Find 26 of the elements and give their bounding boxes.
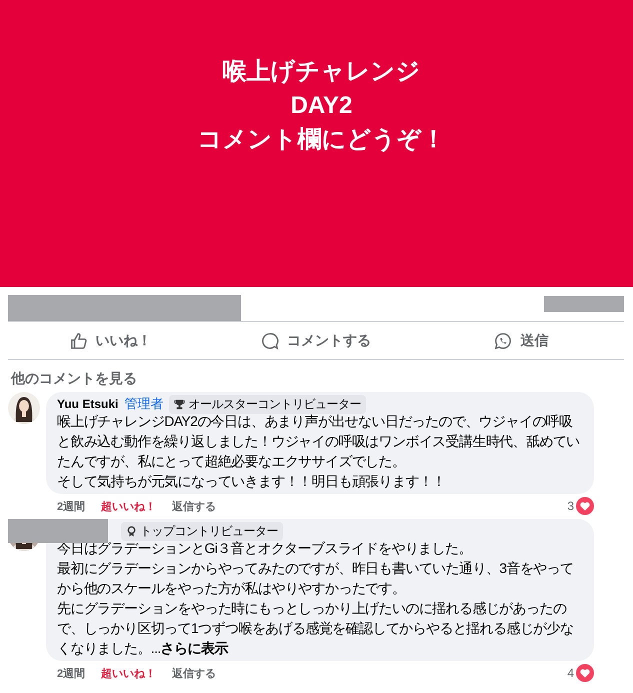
speech-bubble-icon <box>260 332 279 350</box>
reply-link[interactable]: 返信する <box>172 666 216 680</box>
reaction-count: 3 <box>567 499 574 513</box>
reaction-link[interactable]: 超いいね！ <box>101 666 156 680</box>
trophy-icon <box>174 398 186 410</box>
contributor-badge: オールスターコントリビューター <box>169 394 366 414</box>
action-button[interactable]: いいね！ <box>8 322 214 359</box>
more-comments-link[interactable]: 他のコメントを見る <box>11 370 633 388</box>
contributor-badge: トップコントリビューター <box>121 522 283 540</box>
comment-time: 2週間 <box>57 500 86 514</box>
see-more-link[interactable]: さらに表示 <box>160 640 228 656</box>
reaction-count: 4 <box>567 666 574 680</box>
banner-title: 喉上げチャレンジ <box>222 57 420 87</box>
author-name[interactable]: Yuu Etsuki <box>57 397 118 411</box>
whatsapp-icon <box>494 332 512 350</box>
role-label: 管理者 <box>124 395 164 413</box>
thumbs-up-icon <box>70 332 88 350</box>
action-button[interactable]: 送信 <box>418 322 624 359</box>
comment-text: 喉上げチャレンジDAY2の今日は、あまり声が出せない日だったので、ウジャイの呼吸と飲み込む動作を繰り返しました！ウジャイの呼吸はワンボイス受講生時代、舐めていたんですが、私にとって超絶必要なエクササイズでした。 そして気持ちが元気になっていきます！！明日も頑張ります！！ <box>57 412 581 491</box>
medal-icon <box>126 526 137 536</box>
reply-link[interactable]: 返信する <box>172 498 216 514</box>
banner-title: コメント欄にどうぞ！ <box>196 125 446 155</box>
banner-title: DAY2 <box>290 91 352 121</box>
reaction-link[interactable]: 超いいね！ <box>101 498 156 514</box>
comment-time: 2週間 <box>57 666 86 680</box>
action-button[interactable]: コメントする <box>213 322 419 359</box>
